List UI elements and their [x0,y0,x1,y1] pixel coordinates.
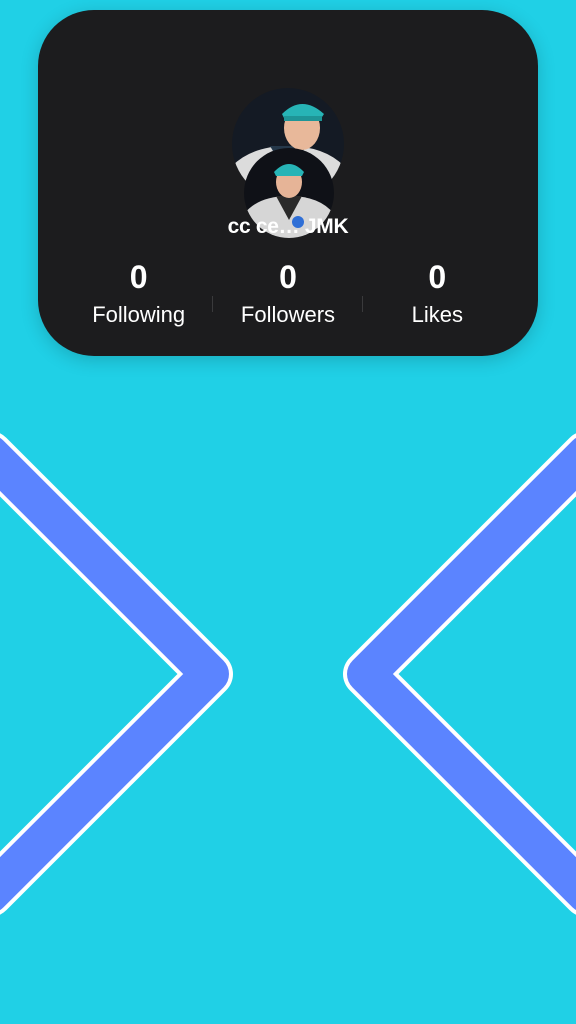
stat-followers[interactable]: 0 Followers [213,259,363,342]
followers-count: 0 [279,259,297,295]
followers-label: Followers [240,302,336,327]
chevron-left-icon [0,433,233,915]
following-label: Following [92,302,186,327]
chevron-right-icon [343,433,576,915]
username: cc ce… JMK [227,215,349,238]
previous-button[interactable] [0,430,240,915]
stats-row: 0 Following 0 Followers 0 Likes [64,259,512,342]
profile-card: cc ce… JMK 0 Following 0 Followers 0 Lik… [38,10,538,356]
likes-label: Likes [411,302,463,327]
likes-count: 0 [428,259,447,295]
stat-following[interactable]: 0 Following [64,259,214,342]
next-button[interactable] [336,430,576,915]
following-count: 0 [129,259,148,295]
stat-likes[interactable]: 0 Likes [363,259,512,342]
